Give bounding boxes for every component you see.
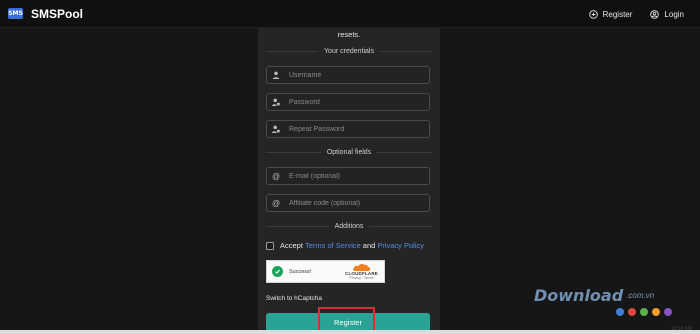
- accept-terms-row: Accept Terms of Service and Privacy Poli…: [266, 241, 426, 250]
- password-field: [266, 93, 430, 111]
- os-taskbar: 10:10 AM: [0, 326, 700, 334]
- email-field: @: [266, 167, 430, 185]
- check-icon: [272, 266, 283, 277]
- at-icon: @: [271, 198, 281, 208]
- brand[interactable]: SMS SMSPool: [8, 7, 83, 21]
- nav-register-link[interactable]: Register: [588, 9, 633, 19]
- accept-prefix: Accept: [280, 241, 303, 250]
- optional-fields-heading: Optional fields: [266, 149, 432, 156]
- affiliate-input[interactable]: [285, 195, 429, 211]
- accept-terms-checkbox[interactable]: [266, 241, 274, 250]
- user-plus-icon: [588, 9, 598, 19]
- username-input[interactable]: [285, 67, 429, 83]
- user-circle-icon: [650, 9, 660, 19]
- password-input[interactable]: [285, 94, 429, 110]
- credentials-heading: Your credentials: [266, 48, 432, 55]
- nav-login-link[interactable]: Login: [650, 10, 684, 19]
- user-lock-icon: [267, 98, 285, 106]
- cloudflare-privacy-terms: Privacy · Terms: [349, 276, 374, 280]
- captcha-status: Success!: [289, 268, 312, 275]
- brand-logo: SMS: [8, 8, 23, 19]
- user-lock-icon: [267, 125, 285, 133]
- username-field: [266, 66, 430, 84]
- email-input[interactable]: [285, 168, 429, 184]
- download-watermark: Download .com.vn: [534, 286, 672, 316]
- top-navbar: SMS SMSPool Register Login: [0, 0, 700, 28]
- watermark-dot: [616, 308, 624, 316]
- affiliate-field: @: [266, 194, 430, 212]
- watermark-dot: [640, 308, 648, 316]
- additions-heading: Additions: [266, 223, 432, 230]
- watermark-dots: [616, 308, 672, 316]
- brand-name: SMSPool: [31, 6, 84, 21]
- optional-fields-heading-label: Optional fields: [326, 149, 372, 156]
- additions-heading-label: Additions: [334, 223, 364, 230]
- register-panel: resets. Your credentials Optional fields…: [258, 28, 440, 334]
- at-icon: @: [271, 171, 281, 181]
- watermark-dot: [628, 308, 636, 316]
- intro-text-end: resets.: [337, 30, 361, 39]
- repeat-password-field: [266, 120, 430, 138]
- watermark-domain: .com.vn: [626, 291, 655, 300]
- repeat-password-input[interactable]: [285, 121, 429, 137]
- watermark-text: Download: [534, 286, 624, 305]
- watermark-dot: [652, 308, 660, 316]
- cloudflare-logo: CLOUDFLARE Privacy · Terms: [345, 263, 378, 280]
- cloudflare-captcha-widget[interactable]: Success! CLOUDFLARE Privacy · Terms: [266, 260, 385, 283]
- watermark-dot: [664, 308, 672, 316]
- nav-register-label: Register: [602, 9, 633, 19]
- credentials-heading-label: Your credentials: [324, 48, 374, 55]
- accept-and: and: [362, 241, 376, 250]
- privacy-policy-link[interactable]: Privacy Policy: [377, 241, 424, 250]
- terms-of-service-link[interactable]: Terms of Service: [305, 241, 361, 250]
- nav-login-label: Login: [664, 9, 684, 19]
- cloud-icon: [352, 263, 370, 271]
- taskbar-clock: 10:10 AM: [670, 326, 692, 332]
- switch-to-hcaptcha-link[interactable]: Switch to hCaptcha: [266, 295, 322, 302]
- user-icon: [267, 71, 285, 79]
